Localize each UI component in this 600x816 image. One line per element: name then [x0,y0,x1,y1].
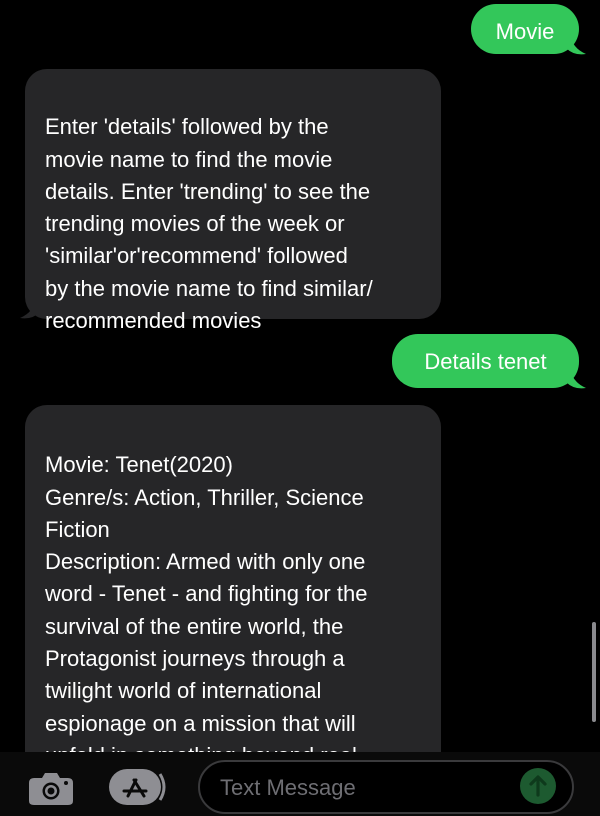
message-thread[interactable]: Movie Enter 'details' followed by the mo… [0,0,600,752]
bubble-tail [20,298,40,319]
camera-icon [29,773,73,805]
text-message-input[interactable] [218,768,512,808]
scrollbar[interactable] [592,622,596,722]
send-arrow-up-icon [529,775,547,797]
received-message-bubble[interactable]: Movie: Tenet(2020) Genre/s: Action, Thri… [25,405,441,752]
sent-message-bubble[interactable]: Movie [471,4,579,54]
message-text: Enter 'details' followed by the movie na… [45,114,373,334]
app-store-button[interactable] [108,768,170,806]
bubble-tail [566,34,586,55]
bubble-tail [566,368,586,389]
message-input-field[interactable] [198,760,574,814]
message-text: Details tenet [424,349,547,374]
sent-message-bubble[interactable]: Details tenet [392,334,579,388]
camera-button[interactable] [28,772,74,806]
message-text: Movie: Tenet(2020) Genre/s: Action, Thri… [45,452,368,752]
app-store-icon [109,769,166,805]
send-button[interactable] [520,768,556,804]
received-message-bubble[interactable]: Enter 'details' followed by the movie na… [25,69,441,333]
message-text: Movie [495,19,555,44]
